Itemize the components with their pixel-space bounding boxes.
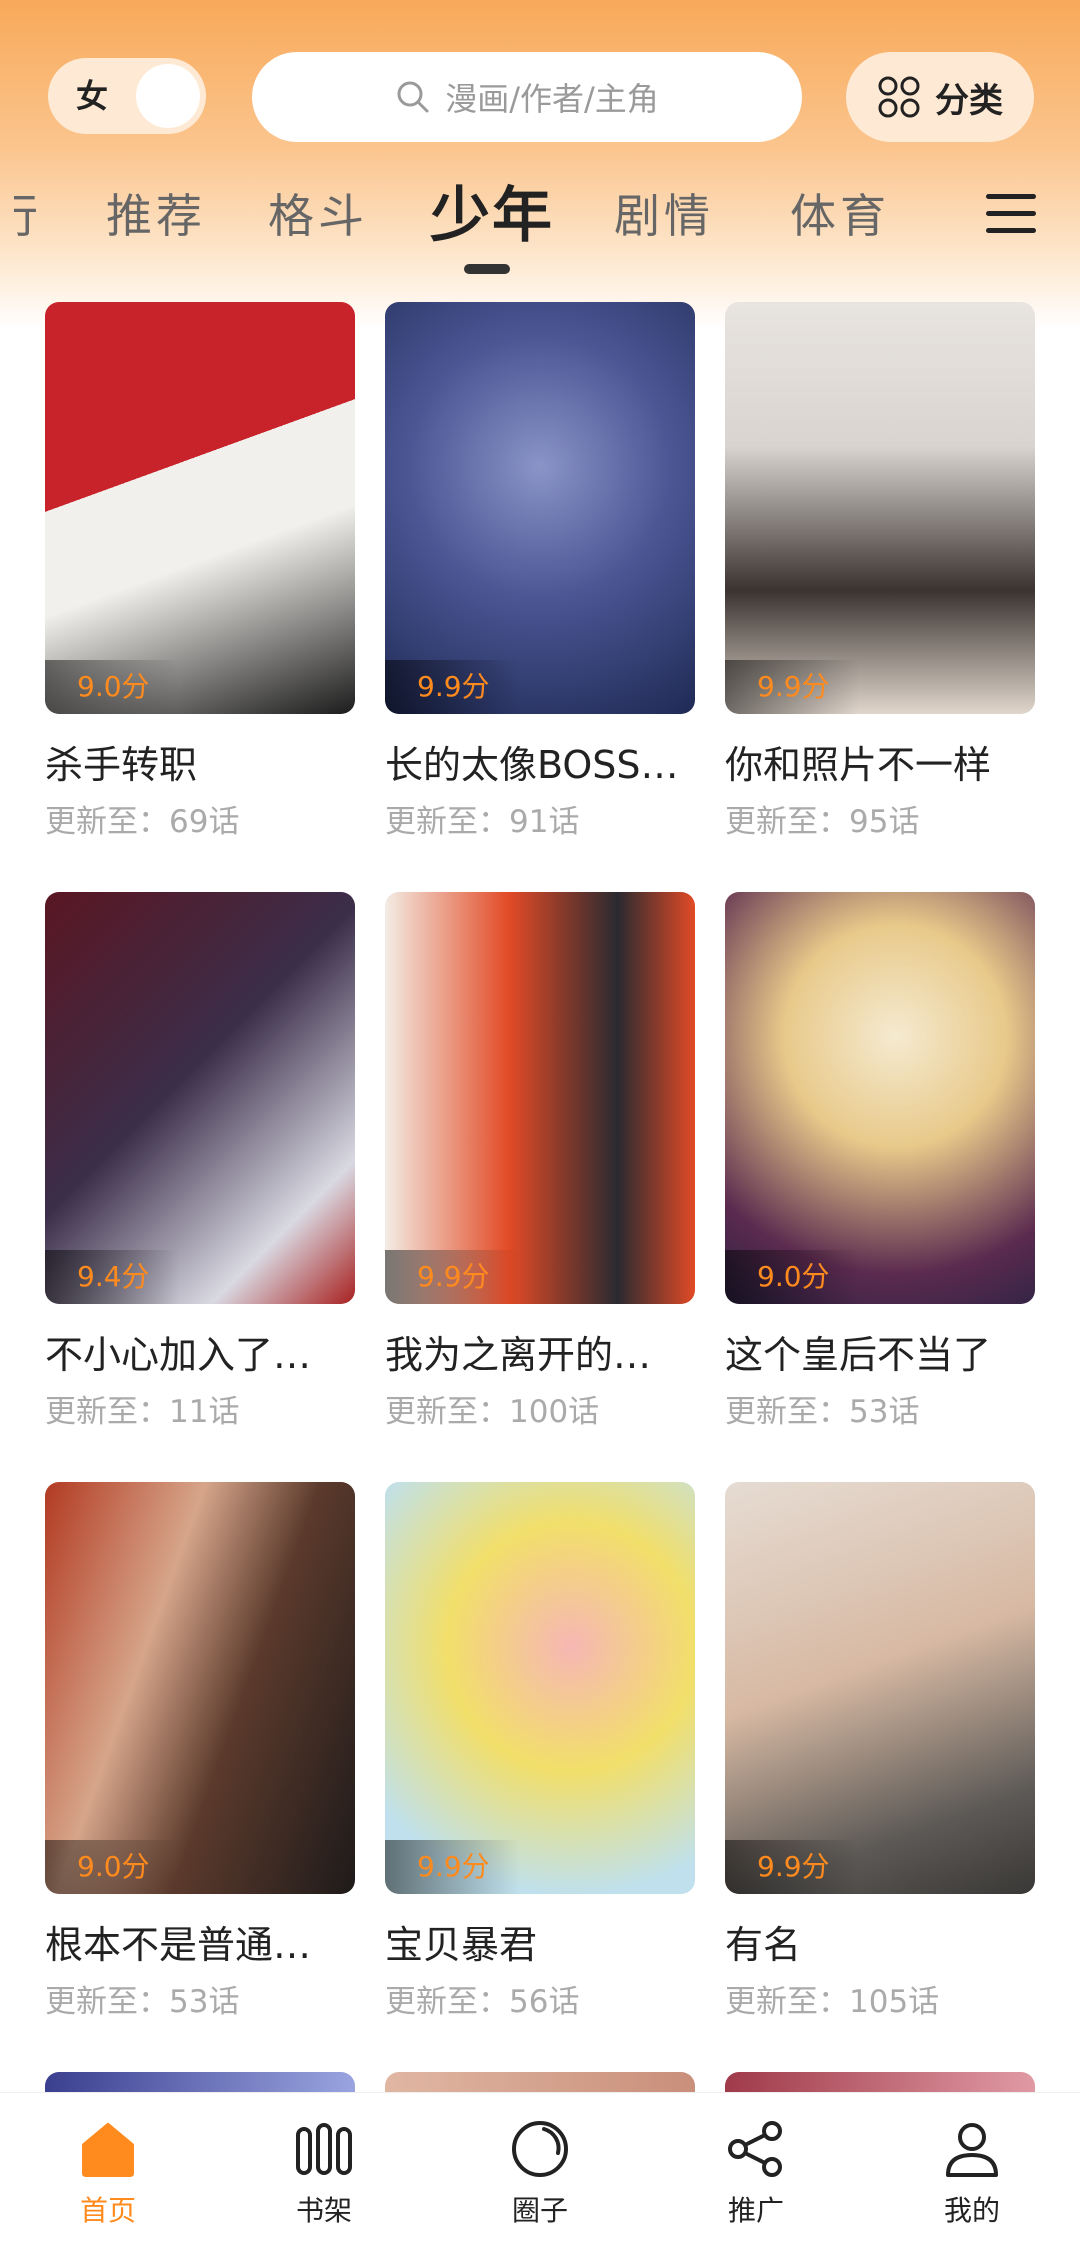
- comic-cover[interactable]: 9.9分: [725, 1482, 1035, 1894]
- comic-title[interactable]: 长的太像BOSS…: [385, 734, 715, 789]
- comic-cover[interactable]: 9.4分: [45, 892, 355, 1304]
- search-icon: [397, 81, 429, 113]
- update-status: 更新至：91话: [385, 804, 580, 840]
- tab-drama[interactable]: 剧情: [614, 168, 714, 264]
- nav-promote[interactable]: 推广: [686, 2117, 826, 2237]
- update-status: 更新至：100话: [385, 1394, 600, 1430]
- update-status: 更新至：95话: [725, 804, 920, 840]
- update-status: 更新至：53话: [45, 1984, 240, 2020]
- circle-icon: [512, 2121, 568, 2177]
- nav-circle[interactable]: 圈子: [470, 2117, 610, 2237]
- comic-title[interactable]: 这个皇后不当了: [725, 1324, 1055, 1379]
- nav-label: 首页: [79, 2194, 136, 2227]
- cover-image: [45, 1482, 355, 1894]
- comic-cover[interactable]: 9.9分: [725, 302, 1035, 714]
- comic-title[interactable]: 你和照片不一样: [725, 734, 1055, 789]
- comic-cover[interactable]: 9.0分: [45, 1482, 355, 1894]
- tab-sports[interactable]: 体育: [790, 168, 890, 264]
- comic-title[interactable]: 杀手转职: [45, 734, 375, 789]
- category-label: 分类: [935, 80, 1003, 121]
- comic-title[interactable]: 根本不是普通…: [45, 1914, 375, 1969]
- comic-title[interactable]: 我为之离开的…: [385, 1324, 715, 1379]
- comic-cover[interactable]: 9.0分: [45, 302, 355, 714]
- score-badge: 9.9分: [725, 660, 859, 714]
- nav-label: 圈子: [511, 2194, 568, 2227]
- comic-cover[interactable]: 9.9分: [385, 892, 695, 1304]
- cover-image: [45, 302, 355, 714]
- cover-image: [385, 302, 695, 714]
- comic-cover[interactable]: 9.0分: [725, 892, 1035, 1304]
- update-status: 更新至：56话: [385, 1984, 580, 2020]
- cover-image: [725, 1482, 1035, 1894]
- update-status: 更新至：69话: [45, 804, 240, 840]
- tab-partial[interactable]: 行: [14, 168, 42, 264]
- score-badge: 9.0分: [725, 1250, 859, 1304]
- toggle-knob: [136, 64, 200, 128]
- comic-cover[interactable]: 9.9分: [385, 302, 695, 714]
- share-icon: [728, 2121, 782, 2177]
- cover-image: [725, 302, 1035, 714]
- cover-image: [725, 892, 1035, 1304]
- nav-profile[interactable]: 我的: [902, 2117, 1042, 2237]
- update-status: 更新至：53话: [725, 1394, 920, 1430]
- cover-image: [385, 1482, 695, 1894]
- nav-label: 书架: [295, 2194, 352, 2227]
- nav-label: 推广: [727, 2194, 784, 2227]
- nav-label: 我的: [943, 2194, 1000, 2227]
- score-badge: 9.9分: [385, 660, 519, 714]
- tab-youth[interactable]: 少年: [430, 168, 554, 264]
- category-grid-icon: [878, 76, 920, 118]
- category-tabs: 行 推荐 格斗 少年 剧情 体育: [0, 168, 1080, 278]
- header-background: [0, 0, 1080, 330]
- score-badge: 9.9分: [385, 1840, 519, 1894]
- gender-label: 女: [76, 77, 109, 115]
- profile-icon: [946, 2123, 998, 2177]
- comic-title[interactable]: 宝贝暴君: [385, 1914, 715, 1969]
- tab-fighting[interactable]: 格斗: [268, 168, 368, 264]
- update-status: 更新至：11话: [45, 1394, 240, 1430]
- comic-cover[interactable]: 9.9分: [385, 1482, 695, 1894]
- update-status: 更新至：105话: [725, 1984, 940, 2020]
- gender-toggle[interactable]: 女: [48, 58, 206, 134]
- bookshelf-icon: [296, 2123, 352, 2175]
- score-badge: 9.0分: [45, 1840, 179, 1894]
- nav-bookshelf[interactable]: 书架: [254, 2117, 394, 2237]
- score-badge: 9.0分: [45, 660, 179, 714]
- score-badge: 9.9分: [725, 1840, 859, 1894]
- menu-icon[interactable]: [986, 192, 1036, 236]
- search-placeholder: 漫画/作者/主角: [445, 80, 659, 118]
- cover-image: [385, 892, 695, 1304]
- home-icon: [82, 2123, 134, 2177]
- comic-title[interactable]: 不小心加入了…: [45, 1324, 375, 1379]
- score-badge: 9.4分: [45, 1250, 179, 1304]
- tab-recommend[interactable]: 推荐: [106, 168, 206, 264]
- comic-title[interactable]: 有名: [725, 1914, 1055, 1969]
- bottom-nav: 首页 书架 圈子 推广 我的: [0, 2092, 1080, 2262]
- nav-home[interactable]: 首页: [38, 2117, 178, 2237]
- score-badge: 9.9分: [385, 1250, 519, 1304]
- category-button[interactable]: 分类: [846, 52, 1034, 142]
- search-input[interactable]: 漫画/作者/主角: [252, 52, 802, 142]
- tab-indicator: [464, 264, 510, 274]
- cover-image: [45, 892, 355, 1304]
